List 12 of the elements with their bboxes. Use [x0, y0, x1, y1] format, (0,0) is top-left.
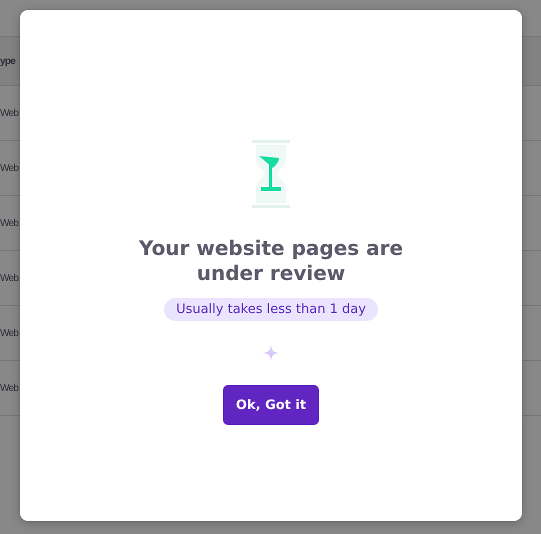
table-cell: Web — [0, 272, 18, 284]
confirm-button[interactable]: Ok, Got it — [223, 385, 319, 425]
hourglass-icon — [250, 140, 292, 208]
table-cell: Web — [0, 328, 18, 338]
table-cell: Web — [0, 108, 18, 118]
table-cell: Web — [0, 382, 18, 394]
duration-badge: Usually takes less than 1 day — [164, 298, 378, 321]
sparkle-icon — [263, 345, 279, 361]
table-cell: Web — [0, 218, 18, 228]
table-cell: Web — [0, 162, 18, 174]
column-header: ype — [0, 56, 16, 66]
dialog-title: Your website pages are under review — [138, 236, 404, 286]
